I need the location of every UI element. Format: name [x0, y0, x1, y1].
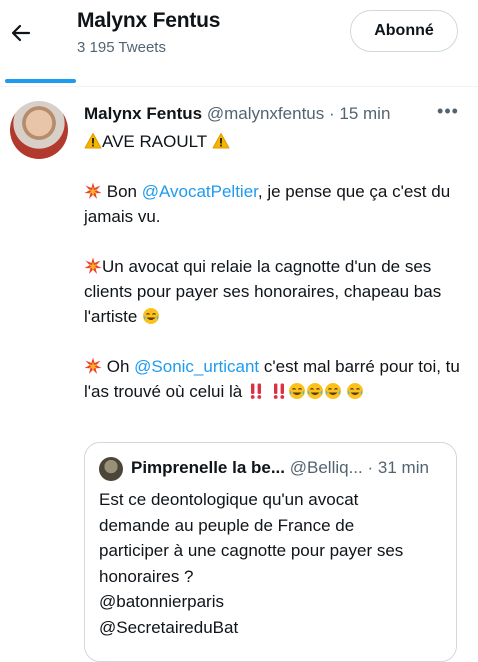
- time-separator: ·: [328, 104, 335, 123]
- more-options-button[interactable]: •••: [435, 100, 461, 122]
- tweet-text-segment: Bon: [106, 182, 142, 201]
- quoted-mention-batonnierparis: @batonnierparis: [99, 592, 224, 611]
- tears-of-joy-icon: [288, 383, 305, 399]
- collision-icon: [84, 257, 102, 274]
- quoted-tweet-timestamp: 31 min: [377, 458, 429, 477]
- tweet-paragraph-2: Bon @AvocatPeltier, je pense que ça c'es…: [84, 179, 462, 229]
- tweet-header: Malynx Fentus @malynxfentus · 15 min: [84, 104, 390, 124]
- quoted-author-name: Pimprenelle la be...: [131, 458, 286, 477]
- tears-of-joy-icon: [143, 308, 160, 324]
- quoted-text-line: participer à une cagnotte pour payer ses: [99, 541, 404, 560]
- header-tweet-count: 3 195 Tweets: [77, 39, 166, 56]
- quoted-text-line: Est ce deontologique qu'un avocat: [99, 490, 359, 509]
- warning-icon: [212, 133, 230, 149]
- quoted-text-line: demande au peuple de France de: [99, 515, 355, 535]
- tweet-author-handle[interactable]: @malynxfentus: [207, 104, 324, 123]
- back-button[interactable]: [6, 18, 36, 48]
- quoted-tweet-text: Est ce deontologique qu'un avocat demand…: [99, 487, 444, 640]
- tears-of-joy-icon: [306, 383, 323, 399]
- avatar[interactable]: [10, 101, 68, 159]
- tweet-author-name[interactable]: Malynx Fentus: [84, 104, 202, 123]
- tweet-text: AVE RAOULT Bon @AvocatPeltier, je pense …: [84, 129, 462, 429]
- quoted-tweet-header: Pimprenelle la be... @Belliq... · 31 min: [131, 458, 429, 478]
- double-exclamation-icon: [250, 383, 262, 399]
- tweet-line-ave-raoult: AVE RAOULT: [102, 132, 207, 151]
- header-divider: [0, 86, 478, 87]
- quoted-author-avatar: [99, 457, 123, 481]
- quoted-mention-secretairedubat: @SecretaireduBat: [99, 617, 239, 637]
- collision-icon: [84, 182, 102, 199]
- quoted-text-line: honoraires ?: [99, 566, 194, 586]
- following-button[interactable]: Abonné: [350, 10, 458, 52]
- mention-link-avocatpeltier[interactable]: @AvocatPeltier: [142, 182, 258, 201]
- tweet-paragraph-1: AVE RAOULT: [84, 129, 462, 154]
- tweet-timestamp[interactable]: 15 min: [339, 104, 390, 123]
- tweet-paragraph-3: Un avocat qui relaie la cagnotte d'un de…: [84, 254, 462, 329]
- header-profile-name: Malynx Fentus: [77, 9, 221, 32]
- tweet-text-segment: Un avocat qui relaie la cagnotte d'un de…: [84, 257, 442, 326]
- mention-link-sonic-urticant[interactable]: @Sonic_urticant: [134, 357, 259, 376]
- profile-header: Malynx Fentus 3 195 Tweets Abonné: [0, 0, 478, 86]
- tweet-text-segment: Oh: [106, 357, 135, 376]
- collision-icon: [84, 357, 102, 374]
- quoted-tweet-card[interactable]: Pimprenelle la be... @Belliq... · 31 min…: [84, 442, 457, 662]
- double-exclamation-icon: [273, 383, 284, 399]
- loading-progress-bar: [5, 79, 76, 83]
- tears-of-joy-icon: [324, 383, 341, 399]
- arrow-left-icon: [11, 24, 31, 42]
- more-dots-icon: •••: [437, 101, 459, 121]
- warning-icon: [84, 133, 102, 149]
- quoted-author-handle: @Belliq...: [289, 458, 363, 477]
- tears-of-joy-icon: [347, 383, 364, 399]
- tweet-paragraph-4: Oh @Sonic_urticant c'est mal barré pour …: [84, 354, 462, 404]
- time-separator: ·: [367, 458, 374, 477]
